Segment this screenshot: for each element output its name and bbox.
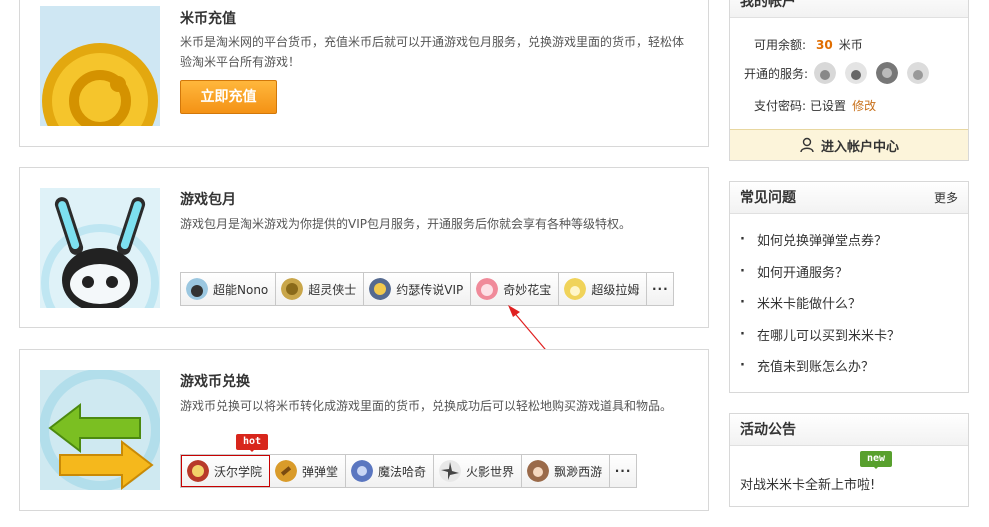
game-label: 沃尔学院 bbox=[214, 464, 263, 479]
exchange-panel: 游戏币兑换 游戏币兑换可以将米币转化成游戏里面的货币，兑换成功后可以轻松地购买游… bbox=[19, 349, 709, 511]
rabbit-robot-image bbox=[40, 188, 160, 308]
faq-header: 常见问题 更多 bbox=[730, 182, 968, 214]
vip-icon bbox=[876, 62, 899, 84]
recharge-panel: 米币充值 米币是淘米网的平台货币，充值米币后就可以开通游戏包月服务，兑换游戏里面… bbox=[19, 0, 709, 147]
woer-icon bbox=[187, 460, 209, 482]
game-huoying[interactable]: 火影世界 bbox=[434, 455, 523, 487]
game-haqi[interactable]: 魔法哈奇 bbox=[346, 455, 435, 487]
game-nono[interactable]: 超能Nono bbox=[181, 273, 277, 305]
password-label: 支付密码: bbox=[754, 99, 807, 113]
more-games-button[interactable]: ··· bbox=[610, 455, 636, 487]
coin-image bbox=[40, 6, 160, 126]
monthly-desc: 游戏包月是淘米游戏为你提供的VIP包月服务，开通服务后你就会享有各种等级特权。 bbox=[180, 217, 631, 231]
xiashi-icon bbox=[281, 278, 304, 300]
dandantang-icon bbox=[275, 460, 298, 482]
game-label: 约瑟传说VIP bbox=[396, 282, 464, 297]
game-label: 超能Nono bbox=[213, 282, 269, 297]
notice-box: 活动公告 new 对战米米卡全新上市啦! bbox=[729, 413, 969, 507]
game-woer[interactable]: 沃尔学院 bbox=[181, 455, 271, 487]
enter-account-center-button[interactable]: 进入帐户中心 bbox=[730, 129, 968, 160]
faq-item[interactable]: 在哪儿可以买到米米卡？ bbox=[740, 319, 900, 351]
more-games-button[interactable]: ··· bbox=[647, 273, 673, 305]
game-xiyou[interactable]: 飘渺西游 bbox=[522, 455, 611, 487]
game-label: 飘渺西游 bbox=[554, 464, 603, 479]
recharge-title: 米币充值 bbox=[180, 11, 236, 27]
faq-item[interactable]: 如何兑换弹弹堂点券？ bbox=[740, 224, 900, 256]
services-row: 开通的服务: bbox=[744, 62, 938, 84]
enter-center-label: 进入帐户中心 bbox=[820, 139, 899, 155]
services-label: 开通的服务: bbox=[744, 66, 809, 81]
notice-link[interactable]: 对战米米卡全新上市啦! bbox=[740, 474, 875, 493]
balance-value: 30 bbox=[816, 37, 833, 52]
seer-icon bbox=[814, 62, 837, 84]
huabao-icon bbox=[476, 278, 499, 300]
faq-title: 常见问题 bbox=[740, 190, 796, 206]
game-xiashi[interactable]: 超灵侠士 bbox=[276, 273, 365, 305]
faq-box: 常见问题 更多 如何兑换弹弹堂点券？ 如何开通服务？ 米米卡能做什么？ 在哪儿可… bbox=[729, 181, 969, 393]
faq-item[interactable]: 充值未到账怎么办？ bbox=[740, 350, 900, 382]
exchange-desc: 游戏币兑换可以将米币转化成游戏里面的货币，兑换成功后可以轻松地购买游戏道具和物品… bbox=[180, 399, 673, 413]
lamu-icon bbox=[564, 278, 587, 300]
faq-item[interactable]: 米米卡能做什么？ bbox=[740, 287, 900, 319]
account-title: 我的帐户 bbox=[730, 0, 968, 18]
game-label: 超级拉姆 bbox=[591, 282, 640, 297]
vip-icon bbox=[369, 278, 392, 300]
faq-more-link[interactable]: 更多 bbox=[934, 182, 958, 214]
account-box: 我的帐户 可用余额: 30 米币 开通的服务: 支付密码: 已设置 修改 进入帐… bbox=[729, 0, 969, 161]
nono-icon bbox=[845, 62, 868, 84]
game-label: 火影世界 bbox=[466, 464, 515, 479]
faq-item[interactable]: 如何开通服务？ bbox=[740, 256, 900, 288]
new-badge: new bbox=[860, 451, 892, 469]
balance-unit: 米币 bbox=[838, 38, 863, 52]
nono-icon bbox=[186, 278, 208, 300]
password-status: 已设置 bbox=[810, 99, 847, 113]
game-label: 奇妙花宝 bbox=[503, 282, 552, 297]
monthly-panel: 游戏包月 游戏包月是淘米游戏为你提供的VIP包月服务，开通服务后你就会享有各种等… bbox=[19, 167, 709, 328]
game-label: 弹弹堂 bbox=[302, 464, 339, 479]
xiyou-icon bbox=[527, 460, 550, 482]
huoying-icon bbox=[439, 460, 462, 482]
hot-badge: hot bbox=[236, 434, 268, 452]
haqi-icon bbox=[351, 460, 374, 482]
monthly-title: 游戏包月 bbox=[180, 192, 236, 208]
game-label: 超灵侠士 bbox=[308, 282, 357, 297]
recharge-now-button[interactable]: 立即充值 bbox=[180, 80, 277, 114]
modify-password-link[interactable]: 修改 bbox=[852, 97, 876, 114]
exchange-arrows-image bbox=[40, 370, 160, 490]
notice-title: 活动公告 bbox=[730, 414, 968, 446]
faq-list: 如何兑换弹弹堂点券？ 如何开通服务？ 米米卡能做什么？ 在哪儿可以买到米米卡？ … bbox=[740, 224, 900, 382]
exchange-game-bar: 沃尔学院 弹弹堂 魔法哈奇 火影世界 飘渺西游 ··· bbox=[180, 454, 638, 488]
balance-row: 可用余额: 30 米币 bbox=[754, 36, 863, 53]
recharge-desc: 米币是淘米网的平台货币，充值米币后就可以开通游戏包月服务，兑换游戏里面的货币，轻… bbox=[180, 35, 685, 69]
monthly-game-bar: 超能Nono 超灵侠士 约瑟传说VIP 奇妙花宝 超级拉姆 ··· bbox=[180, 272, 675, 306]
password-row: 支付密码: 已设置 修改 bbox=[754, 97, 876, 114]
game-dandantang[interactable]: 弹弹堂 bbox=[270, 455, 347, 487]
bunny-icon bbox=[907, 62, 930, 84]
game-label: 魔法哈奇 bbox=[378, 464, 427, 479]
user-icon bbox=[800, 137, 814, 153]
game-vip[interactable]: 约瑟传说VIP bbox=[364, 273, 472, 305]
exchange-title: 游戏币兑换 bbox=[180, 374, 250, 390]
balance-label: 可用余额: bbox=[754, 38, 807, 52]
